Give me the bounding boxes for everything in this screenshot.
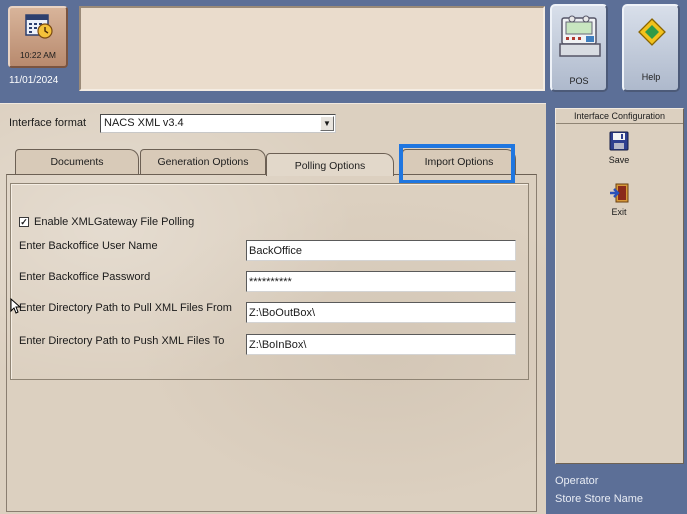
enable-polling-checkbox[interactable]: ✓ [19, 217, 29, 227]
username-input[interactable] [246, 240, 516, 261]
save-button[interactable]: Save [594, 131, 644, 171]
interface-format-label: Interface format [9, 117, 87, 129]
configuration-title: Interface Configuration [556, 109, 683, 124]
help-diamond-icon [638, 18, 666, 46]
push-path-input[interactable] [246, 334, 516, 355]
dropdown-arrow-icon[interactable]: ▼ [320, 116, 334, 131]
push-path-label: Enter Directory Path to Push XML Files T… [19, 335, 225, 347]
pull-path-input[interactable] [246, 302, 516, 323]
tab-generation-options[interactable]: Generation Options [140, 149, 266, 174]
interface-format-select[interactable]: NACS XML v3.4 ▼ [100, 114, 336, 133]
current-date: 11/01/2024 [9, 75, 59, 86]
pos-label: POS [569, 76, 589, 86]
help-label: Help [641, 72, 661, 82]
username-label: Enter Backoffice User Name [19, 240, 158, 252]
save-label: Save [608, 155, 630, 165]
register-icon [559, 15, 601, 57]
pos-button[interactable]: POS [550, 4, 608, 92]
content-panel: Interface format NACS XML v3.4 ▼ Documen… [0, 103, 546, 514]
password-input[interactable] [246, 271, 516, 292]
tab-highlight-box [399, 144, 515, 184]
store-name-label: Store Store Name [555, 493, 644, 505]
tab-polling-options[interactable]: Polling Options [266, 153, 394, 176]
exit-button[interactable]: Exit [594, 183, 644, 223]
help-button[interactable]: Help [622, 4, 680, 92]
interface-configuration-panel: Interface Configuration Save Exit [555, 108, 684, 464]
floppy-disk-icon [609, 131, 629, 151]
pull-path-label: Enter Directory Path to Pull XML Files F… [19, 302, 232, 314]
operator-label: Operator [555, 475, 599, 487]
interface-format-value: NACS XML v3.4 [104, 117, 184, 129]
tab-documents[interactable]: Documents [15, 149, 139, 174]
enable-polling-label: Enable XMLGateway File Polling [34, 216, 195, 228]
mouse-cursor-icon [10, 298, 22, 314]
calendar-clock-icon [25, 14, 53, 39]
clock-button[interactable]: 10:22 AM [8, 6, 68, 68]
exit-door-icon [610, 183, 629, 203]
message-panel [79, 6, 545, 91]
exit-label: Exit [611, 207, 627, 217]
password-label: Enter Backoffice Password [19, 271, 151, 283]
clock-time: 10:22 AM [20, 50, 56, 60]
